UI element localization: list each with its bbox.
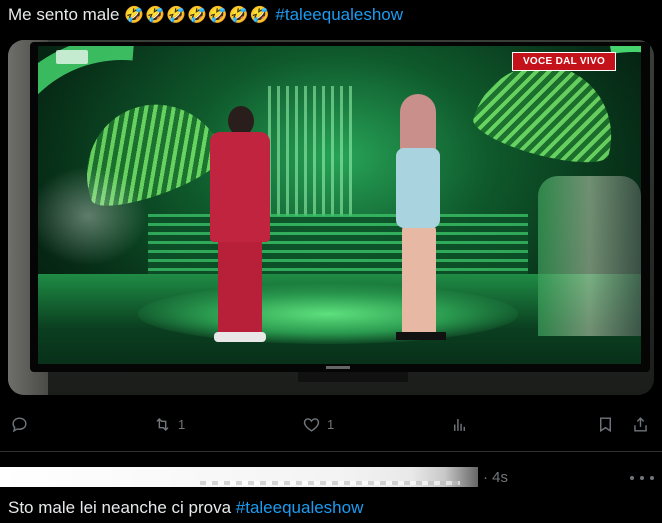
performer-man	[208, 106, 272, 346]
views-button[interactable]	[450, 410, 475, 438]
rofl-emoji: 🤣	[207, 5, 228, 24]
rofl-emoji: 🤣	[228, 5, 249, 24]
retweet-count: 1	[178, 416, 186, 432]
views-icon	[454, 418, 465, 431]
tweet-text: Me sento male 🤣🤣🤣🤣🤣🤣🤣 #taleequaleshow	[8, 4, 403, 26]
stage-steps	[148, 214, 528, 278]
rofl-emoji: 🤣	[145, 5, 166, 24]
rofl-emoji: 🤣	[166, 5, 186, 24]
tv-screen: VOCE DAL VIVO	[38, 46, 641, 364]
retweet-icon	[156, 417, 169, 431]
retweet-button[interactable]: 1	[153, 410, 185, 438]
tweet-text: Sto male lei neanche ci prova #taleequal…	[8, 497, 363, 519]
like-count: 1	[327, 416, 335, 432]
tweet-timestamp[interactable]: · 4s	[483, 469, 508, 486]
rofl-emoji: 🤣	[124, 5, 145, 24]
bookmark-button[interactable]	[596, 410, 615, 438]
hashtag-link[interactable]: #taleequaleshow	[236, 498, 364, 517]
background-dancers	[538, 176, 641, 336]
live-voice-badge: VOCE DAL VIVO	[512, 52, 616, 71]
tv-brand-logo	[326, 366, 350, 369]
share-icon	[634, 416, 647, 432]
performer-woman	[378, 94, 458, 354]
share-button[interactable]	[631, 410, 650, 438]
tv-stand	[298, 372, 408, 382]
channel-logo	[56, 50, 88, 64]
like-button[interactable]: 1	[302, 410, 334, 438]
rofl-emoji: 🤣	[187, 5, 207, 24]
reply-icon	[12, 416, 27, 432]
bookmark-icon	[600, 416, 611, 432]
glare	[38, 166, 148, 266]
tweet-photo[interactable]: VOCE DAL VIVO	[8, 40, 654, 395]
tweet-text-body: Sto male lei neanche ci prova	[8, 498, 232, 517]
stage-lights	[268, 86, 358, 216]
stage-circle	[138, 284, 518, 344]
emoji-row: 🤣🤣🤣🤣🤣🤣🤣	[124, 5, 275, 24]
tweet-text-body: Me sento male	[8, 5, 120, 24]
action-bar: 1 1	[0, 410, 662, 438]
reply-button[interactable]	[10, 410, 35, 438]
hashtag-link[interactable]: #taleequaleshow	[275, 5, 403, 24]
more-icon[interactable]	[630, 470, 654, 486]
like-icon	[303, 417, 320, 432]
redacted-user-header	[0, 467, 478, 487]
tweet-divider	[0, 451, 662, 452]
rofl-emoji: 🤣	[249, 5, 270, 24]
